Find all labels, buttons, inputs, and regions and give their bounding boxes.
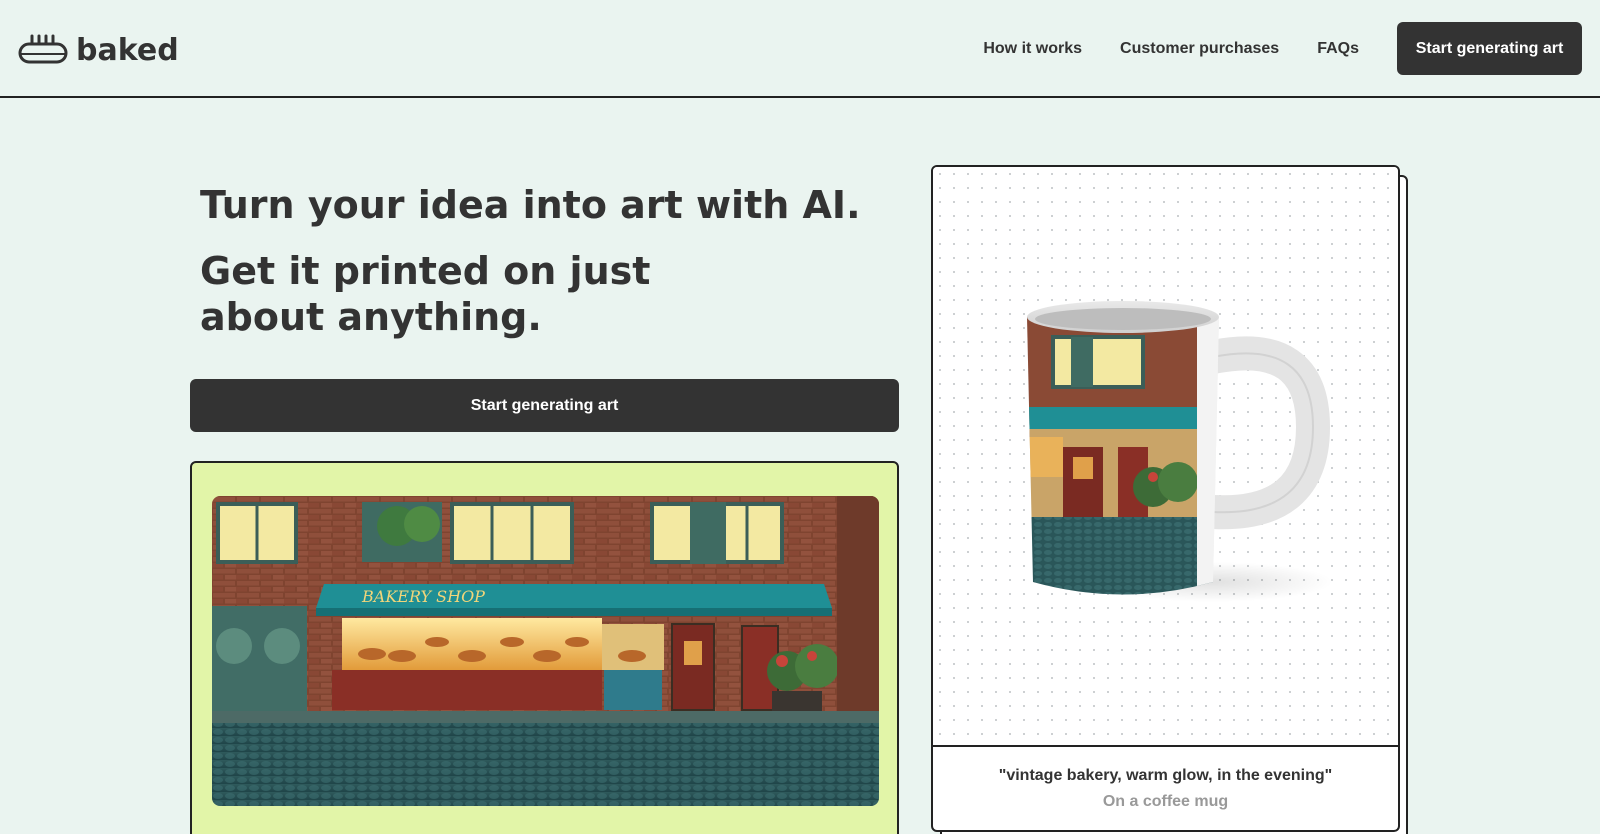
coffee-mug-illustration — [1027, 301, 1333, 602]
artwork-card: BAKERY SHOP — [190, 461, 899, 834]
art-prompt-text: "vintage bakery, warm glow, in the eveni… — [998, 767, 1333, 784]
bread-loaf-icon — [18, 34, 68, 64]
main-nav: How it works Customer purchases FAQs Sta… — [983, 22, 1582, 75]
logo[interactable]: baked — [18, 30, 179, 70]
site-header: baked How it works Customer purchases FA… — [0, 0, 1600, 98]
hero-headline-secondary: Get it printed on just about anything. — [200, 249, 651, 339]
nav-how-it-works[interactable]: How it works — [983, 40, 1082, 58]
hero-start-generating-button[interactable]: Start generating art — [190, 379, 899, 432]
product-preview-area — [933, 167, 1398, 747]
hero-headline-primary: Turn your idea into art with AI. — [200, 183, 861, 227]
product-caption: "vintage bakery, warm glow, in the eveni… — [933, 749, 1398, 830]
nav-customer-purchases[interactable]: Customer purchases — [1120, 40, 1279, 58]
bakery-artwork-image: BAKERY SHOP — [212, 496, 879, 806]
product-preview-card: "vintage bakery, warm glow, in the eveni… — [931, 165, 1400, 832]
bakery-sign-text: BAKERY SHOP — [361, 587, 485, 606]
logo-text: baked — [76, 32, 179, 68]
nav-faqs[interactable]: FAQs — [1317, 40, 1359, 58]
product-type-text: On a coffee mug — [1102, 793, 1229, 810]
header-start-generating-button[interactable]: Start generating art — [1397, 22, 1582, 75]
